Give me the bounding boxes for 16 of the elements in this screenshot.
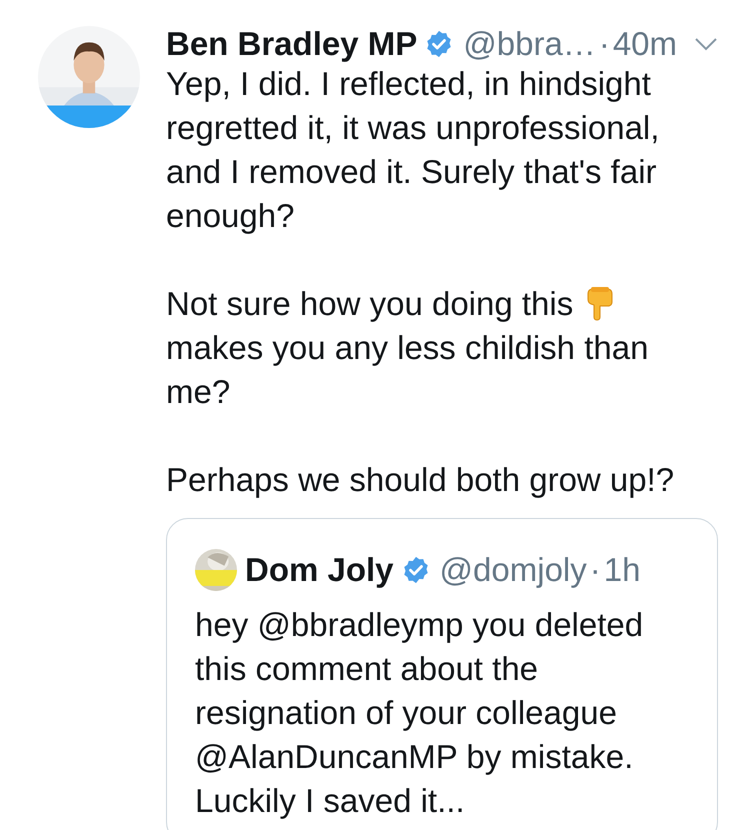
separator-dot: · [598,26,610,62]
tweet-text: Yep, I did. I reflected, in hindsight regretted it, it was unprofessional, and I removed it. Surely that's fair enough? [166,64,660,236]
tweet-time[interactable]: 40m [612,26,678,62]
tweet-time[interactable]: 1h [604,552,640,588]
author-handle[interactable]: @bbra… [463,26,596,62]
quoted-tweet-text: hey @bbradleymp you deleted this comment about the resignation of your colleague @AlanDuncanMP by mistake. Luckily I saved it... [195,605,644,821]
chevron-down-icon[interactable] [694,37,718,51]
tweet-text: Perhaps we should both grow up!? [166,460,676,500]
separator-dot: · [590,552,601,588]
tweet-text: makes you any less childish than me? [166,329,648,410]
author-name[interactable]: Dom Joly [245,552,394,588]
pointing-down-hand-icon [587,287,614,321]
quoted-tweet-card[interactable]: Dom Joly @domjoly·1h hey @bbradleymp you deleted this comment about the resignation of your colleague @AlanDuncanMP by mistake. Luckily I saved it... [166,518,718,830]
author-handle[interactable]: @domjoly [440,552,587,588]
tweet-text: Not sure how you doing this [166,285,574,322]
author-name[interactable]: Ben Bradley MP [166,26,418,62]
